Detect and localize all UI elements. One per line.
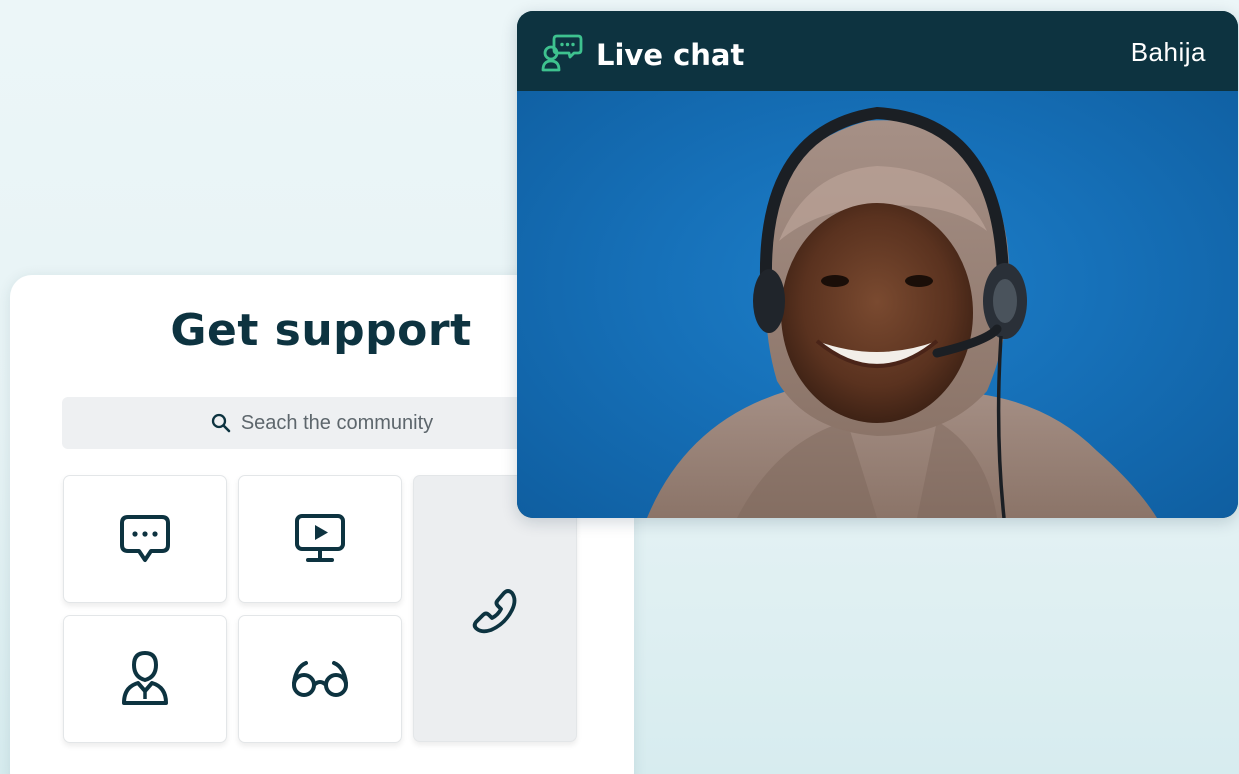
agent-name: Bahija xyxy=(1130,37,1206,67)
tile-account[interactable] xyxy=(63,615,227,743)
agent-photo xyxy=(647,106,1157,518)
phone-icon xyxy=(472,588,517,633)
video-monitor-icon xyxy=(295,514,345,562)
tile-video-tutorials[interactable] xyxy=(238,475,402,603)
live-chat-window[interactable]: Live chat Bahija xyxy=(517,11,1238,518)
chat-title: Live chat xyxy=(596,38,745,72)
chat-header: Live chat Bahija xyxy=(517,11,1238,91)
glasses-icon xyxy=(292,661,348,697)
chat-agent-icon xyxy=(541,34,583,72)
agent-video-feed xyxy=(517,91,1238,518)
search-placeholder: Seach the community xyxy=(240,411,434,434)
search-bar[interactable]: Seach the community xyxy=(62,397,582,449)
search-icon xyxy=(211,413,231,433)
chat-bubble-icon xyxy=(120,515,170,562)
tile-accessibility[interactable] xyxy=(238,615,402,743)
person-icon xyxy=(122,650,168,705)
tile-community-chat[interactable] xyxy=(63,475,227,603)
